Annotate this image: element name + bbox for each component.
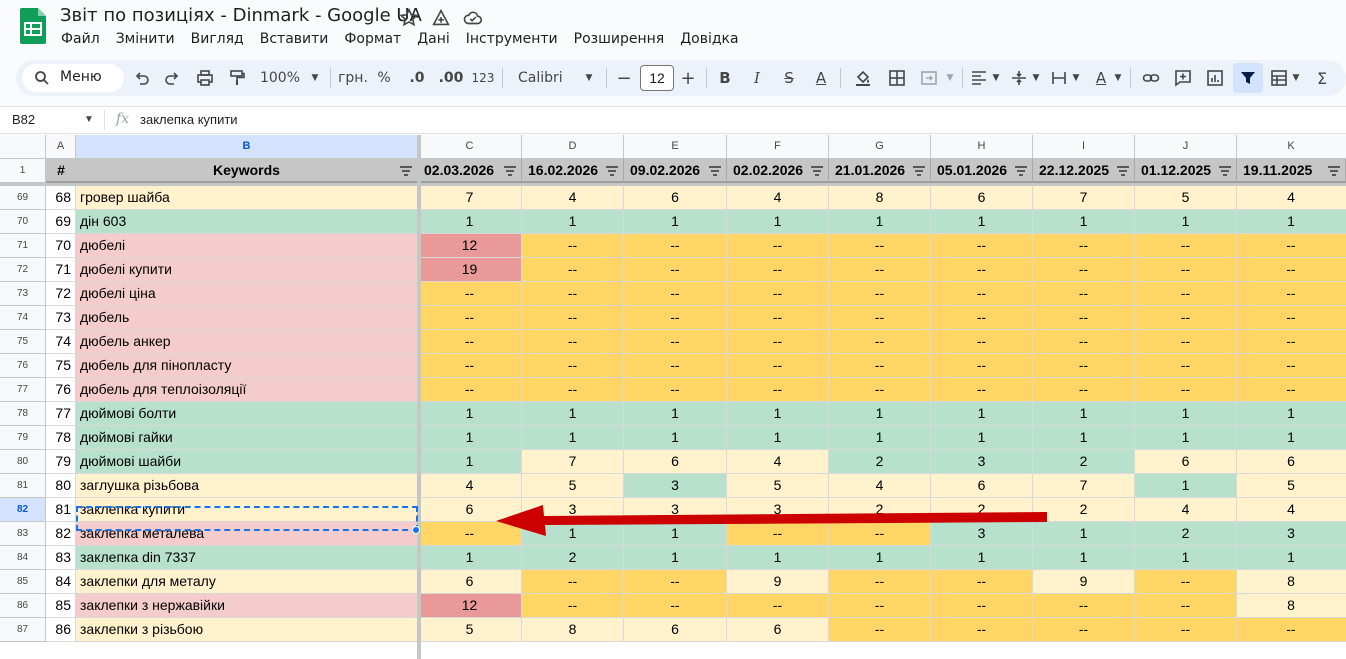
strikethrough-icon[interactable]: S [778,66,800,90]
insert-chart-icon[interactable] [1204,66,1226,90]
google-sheets-window: Звіт по позиціях - Dinmark - Google UA Ф… [0,0,1346,659]
horizontal-align-icon[interactable] [968,66,990,90]
functions-sigma-icon[interactable]: Σ [1312,66,1332,90]
increase-font-size-icon[interactable]: + [678,66,698,90]
increase-decimals-button[interactable]: .00 [436,66,466,90]
toolbar-divider [502,68,503,88]
search-menus-label: Меню [60,69,102,85]
filter-views-chevron-down-icon[interactable]: ▼ [1290,66,1302,90]
spreadsheet-grid: ABCDEFGHIJK 1 # Keywords 02.03.2026 16.02… [0,135,1346,659]
italic-icon[interactable]: I [746,66,768,90]
search-icon [35,71,49,85]
star-icon[interactable] [398,7,420,29]
formula-input[interactable]: заклепка купити [140,112,238,127]
zoom-select[interactable]: 100% [258,66,302,90]
font-chevron-down-icon[interactable]: ▼ [582,66,596,90]
move-to-folder-icon[interactable] [430,7,452,29]
menu-format[interactable]: Формат [344,31,401,49]
currency-format-button[interactable]: грн. [338,66,368,90]
formula-divider [104,110,105,130]
toolbar-divider [706,68,707,88]
font-size-input[interactable]: 12 [640,65,674,91]
toolbar-divider [840,68,841,88]
text-rotation-icon[interactable]: A [1090,66,1112,90]
decrease-font-size-icon[interactable]: − [614,66,634,90]
vertical-align-icon[interactable] [1008,66,1030,90]
decrease-decimals-button[interactable]: .0 [404,66,430,90]
toolbar-divider [1130,68,1131,88]
valign-chevron-down-icon[interactable]: ▼ [1030,66,1042,90]
toolbar-divider [962,68,963,88]
menu-data[interactable]: Дані [417,31,450,49]
sheets-logo-icon[interactable] [20,8,46,44]
rotation-chevron-down-icon[interactable]: ▼ [1112,66,1124,90]
menu-edit[interactable]: Змінити [116,31,175,49]
menu-view[interactable]: Вигляд [191,31,244,49]
merge-chevron-down-icon[interactable]: ▼ [944,66,956,90]
menu-bar: Файл Змінити Вигляд Вставити Формат Дані… [61,31,755,49]
insert-link-icon[interactable] [1140,66,1162,90]
red-arrow-annotation [496,505,1047,536]
insert-comment-icon[interactable] [1172,66,1194,90]
redo-icon[interactable] [162,66,182,90]
cloud-saved-icon[interactable] [462,7,484,29]
zoom-chevron-down-icon[interactable]: ▼ [308,66,322,90]
merge-cells-icon[interactable] [918,66,940,90]
font-family-select[interactable]: Calibri [512,66,568,90]
more-formats-button[interactable]: 123 [470,66,496,90]
name-box[interactable]: B82 [12,112,35,127]
filter-icon[interactable] [1237,66,1259,90]
document-title[interactable]: Звіт по позиціях - Dinmark - Google UA [60,5,422,26]
menu-file[interactable]: Файл [61,31,100,49]
menu-extensions[interactable]: Розширення [574,31,665,49]
toolbar-divider [606,68,607,88]
text-color-icon[interactable]: A [810,66,832,90]
print-icon[interactable] [194,66,216,90]
align-chevron-down-icon[interactable]: ▼ [990,66,1002,90]
fx-icon: fx [116,111,130,127]
filter-views-icon[interactable] [1268,66,1290,90]
wrap-chevron-down-icon[interactable]: ▼ [1070,66,1082,90]
text-wrapping-icon[interactable] [1048,66,1070,90]
menu-insert[interactable]: Вставити [260,31,329,49]
menu-tools[interactable]: Інструменти [466,31,558,49]
menu-help[interactable]: Довідка [680,31,738,49]
toolbar-divider [330,68,331,88]
paint-format-icon[interactable] [226,66,248,90]
name-box-chevron-down-icon[interactable]: ▼ [84,114,94,125]
bold-icon[interactable]: B [714,66,736,90]
borders-icon[interactable] [886,66,908,90]
fill-color-icon[interactable] [852,66,874,90]
undo-icon[interactable] [132,66,152,90]
percent-format-button[interactable]: % [374,66,394,90]
